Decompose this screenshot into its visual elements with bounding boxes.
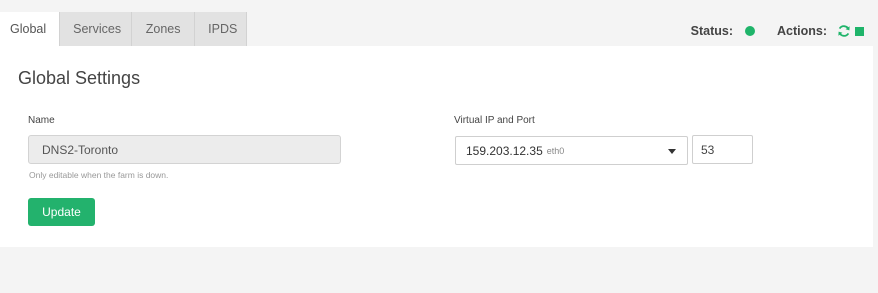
virtual-ip-label: Virtual IP and Port [454, 115, 535, 126]
tab-bar: Global Services Zones IPDS [0, 12, 248, 46]
chevron-down-icon [668, 149, 676, 154]
status-actions-area: Status: Actions: [691, 24, 864, 38]
ip-interface: eth0 [546, 146, 565, 156]
status-indicator-dot [745, 26, 755, 36]
ip-value: 159.203.12.35 [466, 143, 543, 158]
panel-title: Global Settings [18, 68, 141, 88]
virtual-ip-select[interactable]: 159.203.12.35 eth0 [455, 136, 688, 165]
tab-zones[interactable]: Zones [132, 12, 196, 46]
name-input[interactable] [28, 135, 341, 164]
tab-services[interactable]: Services [60, 12, 133, 46]
action-icons [837, 24, 864, 38]
status-label: Status: [690, 24, 733, 38]
port-input[interactable] [692, 135, 753, 164]
name-label: Name [28, 115, 55, 126]
actions-label: Actions: [777, 24, 827, 38]
global-settings-panel: Global Settings Name Only editable when … [0, 46, 873, 247]
update-button[interactable]: Update [28, 198, 95, 226]
tab-global[interactable]: Global [0, 12, 61, 46]
refresh-icon[interactable] [837, 24, 851, 38]
tab-ipds[interactable]: IPDS [195, 12, 248, 46]
top-bar: Global Services Zones IPDS Status: Actio… [0, 0, 878, 46]
stop-icon[interactable] [855, 26, 864, 36]
name-help-text: Only editable when the farm is down. [29, 170, 169, 180]
